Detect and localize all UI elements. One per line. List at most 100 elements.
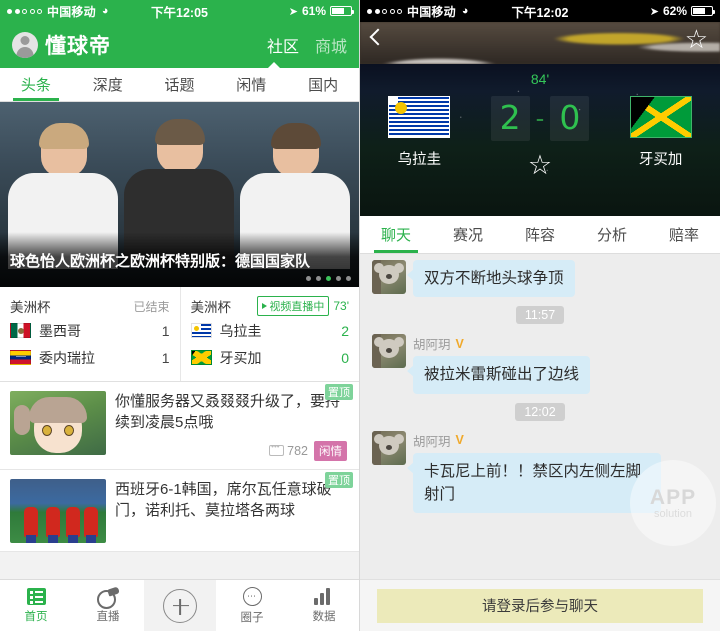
- match-status: 已结束: [133, 299, 170, 314]
- bottom-nav-live[interactable]: 直播: [72, 580, 144, 631]
- team-score: 2: [341, 322, 349, 339]
- category-tag[interactable]: 闲情: [314, 440, 347, 461]
- whistle-icon: [97, 588, 119, 609]
- verified-badge-icon: V: [455, 336, 464, 351]
- news-meta: 782 闲情: [115, 440, 347, 461]
- list-item[interactable]: 置顶 西班牙6-1韩国，席尔瓦任意球破门，诺利托、莫拉塔各两球: [0, 470, 359, 552]
- favorite-star-button[interactable]: ☆: [685, 26, 708, 53]
- news-text-block: 西班牙6-1韩国，席尔瓦任意球破门，诺利托、莫拉塔各两球: [106, 479, 349, 543]
- follow-match-button[interactable]: ☆: [528, 152, 552, 179]
- tab-odds[interactable]: 赔率: [648, 216, 720, 253]
- scoreboard: 84' 乌拉圭 2 - 0 ☆ 牙买加: [360, 64, 720, 216]
- signal-strength-icon: [7, 8, 42, 14]
- team-score: 0: [341, 349, 349, 366]
- left-bottom-nav: 首页 直播 ⋯ 圈子 数据: [0, 579, 359, 631]
- jamaica-flag-icon: [629, 96, 692, 138]
- carousel-dot[interactable]: [346, 276, 351, 281]
- team-name: 乌拉圭: [219, 322, 262, 339]
- app-title: 懂球帝: [45, 35, 111, 58]
- hero-carousel[interactable]: 球色怡人欧洲杯之欧洲杯特别版：德国国家队: [0, 102, 359, 287]
- tab-huati[interactable]: 话题: [144, 68, 216, 101]
- uruguay-flag-icon: [388, 96, 451, 138]
- carousel-dot[interactable]: [336, 276, 341, 281]
- bottom-nav-data[interactable]: 数据: [288, 580, 359, 631]
- chat-message: 双方不断地头球争顶: [372, 260, 708, 298]
- chat-timestamp-divider: 12:02: [372, 402, 708, 421]
- tab-guonei[interactable]: 国内: [287, 68, 359, 101]
- bottom-nav-home[interactable]: 首页: [0, 580, 72, 631]
- match-card-header: 美洲杯 视频直播中 73': [190, 295, 349, 317]
- chat-author-name: 胡阿玥: [413, 434, 451, 449]
- live-stream-badge[interactable]: 视频直播中: [257, 296, 330, 316]
- login-to-chat-button[interactable]: 请登录后参与聊天: [377, 588, 703, 623]
- tab-lineup[interactable]: 阵容: [504, 216, 576, 253]
- carrier-label: 中国移动: [407, 4, 456, 19]
- plus-circle-icon[interactable]: [163, 588, 197, 623]
- left-category-tabs: 头条 深度 话题 闲情 国内: [0, 68, 359, 102]
- away-team-block: 牙买加: [601, 96, 720, 169]
- tab-xianqing[interactable]: 闲情: [215, 68, 287, 101]
- match-card-header: 美洲杯 已结束: [10, 295, 170, 317]
- news-title: 西班牙6-1韩国，席尔瓦任意球破门，诺利托、莫拉塔各两球: [115, 480, 332, 519]
- bottom-nav-label: 首页: [24, 610, 48, 623]
- match-cards-row: 美洲杯 已结束 墨西哥 1 委内瑞拉 1 美洲杯 视频直播中 73' 乌拉圭 2…: [0, 287, 359, 382]
- tab-toutiao[interactable]: 头条: [0, 68, 72, 101]
- navbar-link-community[interactable]: 社区: [267, 33, 299, 57]
- tab-shendu[interactable]: 深度: [72, 68, 144, 101]
- match-card-finished[interactable]: 美洲杯 已结束 墨西哥 1 委内瑞拉 1: [0, 287, 180, 381]
- wifi-icon: ◕: [461, 5, 469, 17]
- jamaica-flag-icon: [190, 350, 212, 365]
- team-row: 牙买加 0: [190, 344, 349, 371]
- chat-bubble: 双方不断地头球争顶: [407, 260, 575, 298]
- carousel-dot-active[interactable]: [326, 276, 331, 281]
- verified-badge-icon: V: [455, 433, 464, 447]
- score-group: 2 - 0: [490, 96, 590, 141]
- bottom-nav-compose[interactable]: [144, 580, 216, 631]
- mexico-flag-icon: [10, 323, 31, 338]
- scoreboard-row: 乌拉圭 2 - 0 ☆ 牙买加: [360, 96, 720, 179]
- team-score: 1: [161, 322, 170, 339]
- chat-message-body: 双方不断地头球争顶: [406, 260, 708, 298]
- brand-group[interactable]: 懂球帝: [12, 30, 111, 60]
- tab-match-status[interactable]: 赛况: [432, 216, 504, 253]
- news-list: 置顶 你懂服务器又叒叕叕升级了，要持续到凌晨5点哦 782: [0, 382, 359, 552]
- bottom-nav-circles[interactable]: ⋯ 圈子: [216, 580, 288, 631]
- carousel-dot[interactable]: [306, 276, 311, 281]
- team-row: 墨西哥 1: [10, 317, 170, 344]
- carousel-dot[interactable]: [316, 276, 321, 281]
- chat-message-list[interactable]: 双方不断地头球争顶 11:57 胡阿玥 V 被拉米雷斯碰出了边线 12:02 胡…: [360, 254, 720, 592]
- koala-avatar[interactable]: [372, 430, 406, 465]
- tab-analysis[interactable]: 分析: [576, 216, 648, 253]
- uruguay-flag-icon: [190, 323, 212, 338]
- team-name: 牙买加: [219, 349, 262, 366]
- bar-chart-icon: [314, 587, 334, 605]
- bottom-nav-label: 直播: [96, 610, 120, 623]
- home-team-name: 乌拉圭: [397, 152, 442, 168]
- wifi-icon: ◕: [101, 5, 109, 17]
- koala-avatar[interactable]: [372, 260, 406, 294]
- team-row: 乌拉圭 2: [190, 317, 349, 344]
- bottom-nav-label: 数据: [312, 610, 336, 623]
- ellipsis-circle-icon: ⋯: [242, 586, 262, 606]
- location-arrow-icon: ➤: [649, 5, 659, 18]
- koala-avatar[interactable]: [372, 334, 406, 369]
- navbar-link-store[interactable]: 商城: [315, 33, 347, 57]
- team-name: 墨西哥: [39, 322, 81, 339]
- tab-chat[interactable]: 聊天: [360, 216, 432, 253]
- right-status-bar: 中国移动 ◕ 下午12:02 ➤ 62%: [360, 0, 720, 22]
- chat-timestamp: 12:02: [515, 402, 565, 421]
- match-card-live[interactable]: 美洲杯 视频直播中 73' 乌拉圭 2 牙买加 0: [179, 287, 360, 381]
- comment-count-group: 782: [269, 442, 308, 458]
- list-item[interactable]: 置顶 你懂服务器又叒叕叕升级了，要持续到凌晨5点哦 782: [0, 382, 359, 470]
- team-score: 1: [161, 349, 170, 366]
- list-icon: [26, 587, 46, 605]
- league-name: 美洲杯: [190, 300, 232, 315]
- chat-bubble: 卡瓦尼上前！！禁区内左侧左脚射门: [407, 452, 661, 513]
- status-right-cluster: ➤ 61%: [289, 4, 354, 18]
- live-label: 视频直播中: [269, 301, 325, 313]
- user-avatar-icon[interactable]: [12, 32, 38, 58]
- match-hero-image: [360, 22, 720, 64]
- pinned-badge: 置顶: [325, 471, 353, 488]
- star-outline-icon: ☆: [527, 150, 553, 180]
- chat-bubble: 被拉米雷斯碰出了边线: [406, 356, 591, 394]
